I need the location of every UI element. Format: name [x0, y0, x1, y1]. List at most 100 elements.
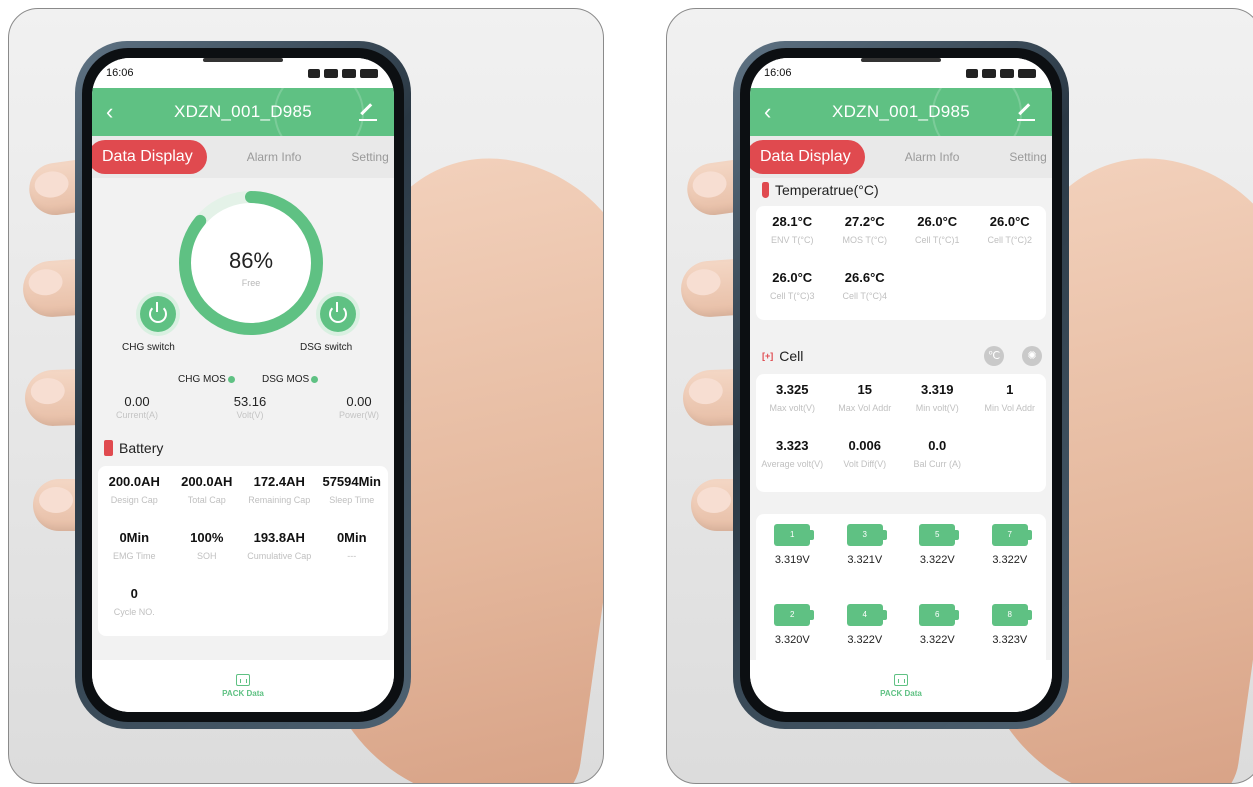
status-icons: [308, 68, 378, 78]
battery-stat: 200.0AH Total Cap: [171, 466, 244, 522]
stat-value: 28.1°C: [772, 214, 813, 229]
stat-label: MOS T(°C): [842, 235, 887, 245]
battery-section-title: Battery: [104, 440, 163, 456]
stat-value: 26.0°C: [989, 214, 1030, 229]
cell-item: 7 3.322V: [974, 524, 1047, 604]
dsg-switch-button[interactable]: [320, 296, 356, 332]
temperature-settings-icon[interactable]: ℃: [984, 346, 1004, 366]
stat-label: Sleep Time: [329, 495, 375, 505]
section-title: Cell: [779, 348, 804, 364]
stat-value: 0.0: [928, 438, 947, 453]
metric-power: 0.00 Power(W): [314, 394, 394, 420]
stat-label: Cumulative Cap: [247, 551, 312, 561]
battery-stat: 193.8AH Cumulative Cap: [243, 522, 316, 578]
stat-value: 15: [857, 382, 872, 397]
cell-item: 5 3.322V: [901, 524, 974, 604]
tab-setting[interactable]: Setting: [1009, 150, 1046, 164]
battery-cell-icon: 2: [774, 604, 815, 626]
chart-icon: [236, 674, 250, 686]
metric-value: 53.16: [233, 394, 267, 409]
chg-switch-label: CHG switch: [122, 342, 175, 353]
status-time: 16:06: [764, 67, 792, 79]
cell-item: 1 3.319V: [756, 524, 829, 604]
cell-voltage: 3.320V: [774, 634, 810, 646]
cell-section-title: [+] Cell: [762, 348, 803, 364]
temp-stat: 26.0°C Cell T(°C)3: [756, 262, 829, 318]
battery-stat: 0Min EMG Time: [98, 522, 171, 578]
battery-stat: 172.4AH Remaining Cap: [243, 466, 316, 522]
chart-icon: [894, 674, 908, 686]
cell-item: 4 3.322V: [829, 604, 902, 664]
stat-label: Cell T(°C)4: [842, 291, 887, 301]
cell-voltage: 3.322V: [919, 554, 955, 566]
stat-label: ENV T(°C): [771, 235, 814, 245]
battery-cell-icon: 6: [919, 604, 960, 626]
battery-stat: 0Min ---: [316, 522, 389, 578]
status-dot: [227, 376, 235, 383]
stat-value: 27.2°C: [844, 214, 885, 229]
power-icon: [329, 302, 347, 323]
tab-alarm-info[interactable]: Alarm Info: [247, 150, 302, 164]
back-icon[interactable]: ‹: [106, 99, 130, 125]
cell-voltage: 3.319V: [774, 554, 810, 566]
cell-stat: 3.325 Max volt(V): [756, 374, 829, 430]
cell-item: 6 3.322V: [901, 604, 974, 664]
battery-stat: 200.0AH Design Cap: [98, 466, 171, 522]
temperature-panel: 28.1°C ENV T(°C) 27.2°C MOS T(°C) 26.0°C Ce…: [756, 206, 1046, 320]
chg-switch-button[interactable]: [140, 296, 176, 332]
cell-voltage-panel: 1 3.319V 3 3.321V 5 3.322V 7 3.322V 2 3.320V …: [756, 514, 1046, 664]
tab-data-display[interactable]: Data Display: [92, 140, 207, 174]
bottom-nav-pack-data[interactable]: PACK Data: [92, 660, 394, 712]
stat-value: 0: [130, 586, 138, 601]
section-title: Temperatrue(°C): [775, 182, 879, 198]
stat-value: 172.4AH: [253, 474, 305, 489]
cell-stat: 15 Max Vol Addr: [829, 374, 902, 430]
status-bar: 16:06: [92, 58, 394, 88]
cell-voltage-grid: 1 3.319V 3 3.321V 5 3.322V 7 3.322V 2 3.320V …: [756, 514, 1046, 664]
cell-voltage: 3.322V: [992, 554, 1028, 566]
stat-label: EMG Time: [112, 551, 156, 561]
tab-bar: Data Display Alarm Info Setting: [750, 136, 1052, 178]
tab-setting[interactable]: Setting: [351, 150, 388, 164]
stat-value: 3.319: [920, 382, 954, 397]
battery-cell-icon: 3: [846, 524, 887, 546]
battery-cell-icon: 4: [846, 604, 887, 626]
back-icon[interactable]: ‹: [764, 99, 788, 125]
metric-value: 0.00: [346, 394, 372, 409]
stat-value: 57594Min: [322, 474, 382, 489]
section-title: Battery: [119, 440, 164, 456]
stat-label: Min volt(V): [915, 403, 959, 413]
cell-voltage: 3.322V: [847, 634, 883, 646]
battery-grid: 200.0AH Design Cap 200.0AH Total Cap 172.4…: [98, 466, 388, 634]
cell-stat: 0.006 Volt Diff(V): [829, 430, 902, 486]
temp-stat: 28.1°C ENV T(°C): [756, 206, 829, 262]
status-bar: 16:06: [750, 58, 1052, 88]
cell-icon: [+]: [762, 351, 774, 361]
app-screen: 16:06 ‹ XDZN_001_D985 Data Display Alarm…: [92, 58, 394, 712]
stat-value: 26.0°C: [917, 214, 958, 229]
battery-cell-icon: 7: [991, 524, 1032, 546]
app-header: ‹ XDZN_001_D985: [92, 88, 394, 136]
cell-stat: 3.319 Min volt(V): [901, 374, 974, 430]
stat-value: 0Min: [119, 530, 150, 545]
cell-voltage: 3.321V: [847, 554, 883, 566]
battery-cell-icon: 1: [774, 524, 815, 546]
metric-label: Current(A): [115, 410, 158, 420]
stat-value: 26.0°C: [772, 270, 813, 285]
chg-mos-label: CHG MOS: [178, 374, 226, 385]
cell-item: 2 3.320V: [756, 604, 829, 664]
battery-stat: 100% SOH: [171, 522, 244, 578]
temp-stat: 26.0°C Cell T(°C)2: [974, 206, 1047, 262]
stat-value: 0.006: [848, 438, 882, 453]
stat-label: Design Cap: [110, 495, 158, 505]
tab-data-display[interactable]: Data Display: [750, 140, 865, 174]
stat-value: 200.0AH: [181, 474, 233, 489]
stat-label: Bal Curr (A): [913, 459, 961, 469]
fan-icon[interactable]: ✺: [1022, 346, 1042, 366]
dsg-mos-status: DSG MOS: [262, 374, 319, 385]
tab-alarm-info[interactable]: Alarm Info: [905, 150, 960, 164]
bottom-nav-pack-data[interactable]: PACK Data: [750, 660, 1052, 712]
cell-stats-panel: 3.325 Max volt(V) 15 Max Vol Addr 3.319 Min…: [756, 374, 1046, 492]
dsg-mos-label: DSG MOS: [262, 374, 310, 385]
status-dot: [311, 376, 319, 383]
